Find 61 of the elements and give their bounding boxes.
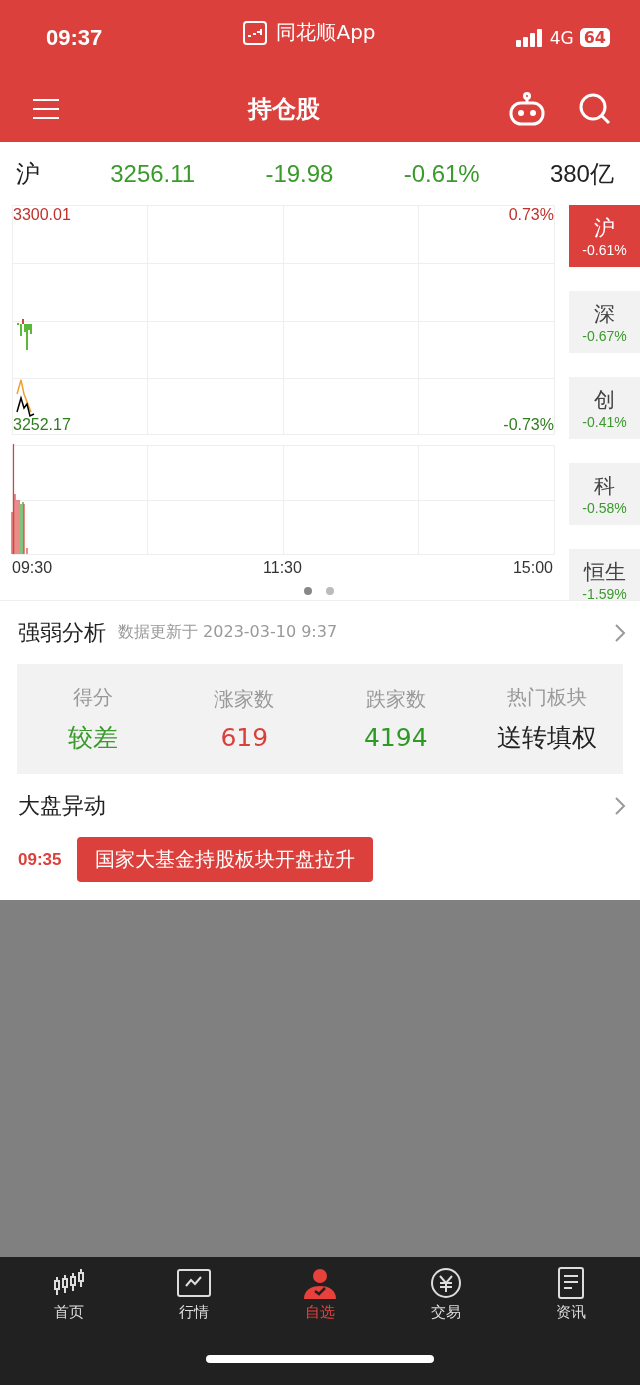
index-tab-percent: -0.41% xyxy=(582,414,627,430)
low-price: 3252.17 xyxy=(13,416,71,434)
chevron-right-icon[interactable] xyxy=(614,622,626,643)
stat-value: 较差 xyxy=(67,722,118,754)
turnover: 380亿 xyxy=(549,158,614,189)
page-title: 持仓股 xyxy=(248,93,320,125)
robot-icon[interactable] xyxy=(508,91,546,126)
stat-label: 涨家数 xyxy=(214,686,275,713)
tab-bar-item[interactable]: 首页 xyxy=(23,1267,114,1322)
network-label: 4G xyxy=(549,27,574,48)
time-label: 15:00 xyxy=(512,559,553,577)
section-title: 强弱分析 xyxy=(18,618,106,647)
index-tab-name: 沪 xyxy=(594,215,615,242)
index-price: 3256.11 xyxy=(110,159,196,188)
tab-bar-item[interactable]: 自选 xyxy=(275,1267,365,1322)
high-percent: 0.73% xyxy=(508,206,554,224)
index-tab[interactable]: 恒生 -1.59% xyxy=(569,549,640,600)
index-tab-percent: -0.67% xyxy=(582,328,627,344)
event-bubble[interactable]: 国家大基金持股板块开盘拉升 xyxy=(77,837,374,882)
index-tab-percent: -1.59% xyxy=(582,586,627,600)
index-tab-name: 恒生 xyxy=(583,559,626,586)
update-time: 数据更新于 2023-03-10 9:37 xyxy=(118,622,339,643)
index-change: -19.98 xyxy=(265,159,334,188)
page-dot[interactable] xyxy=(325,587,334,595)
stat-label: 得分 xyxy=(72,684,113,711)
index-tab-name: 深 xyxy=(594,301,615,328)
index-percent: -0.61% xyxy=(403,159,480,188)
time-label: 11:30 xyxy=(263,559,302,577)
signal-icon xyxy=(515,28,544,47)
high-price: 3300.01 xyxy=(13,206,71,224)
stat-value: 送转填权 xyxy=(497,722,598,754)
chevron-right-icon[interactable] xyxy=(614,795,626,816)
app-logo-icon xyxy=(242,19,269,46)
index-tab[interactable]: 科 -0.58% xyxy=(569,463,640,525)
app-name: 同花顺App xyxy=(276,19,376,46)
search-icon[interactable] xyxy=(578,91,612,126)
index-tab[interactable]: 深 -0.67% xyxy=(569,291,640,353)
index-tab[interactable]: 创 -0.41% xyxy=(569,377,640,439)
stat-label: 跌家数 xyxy=(365,686,426,713)
index-tab-name: 科 xyxy=(594,473,615,500)
index-tab-name: 创 xyxy=(594,387,615,414)
page-dot[interactable] xyxy=(303,587,312,595)
battery-level: 64 xyxy=(579,28,610,47)
tab-bar-item[interactable]: 行情 xyxy=(149,1267,240,1322)
line-chart-icon xyxy=(176,1267,213,1299)
time-label: 09:30 xyxy=(12,559,53,577)
index-tab-percent: -0.61% xyxy=(582,242,627,258)
stat-label: 热门板块 xyxy=(507,684,588,711)
event-time: 09:35 xyxy=(18,849,62,870)
index-tab[interactable]: 沪 -0.61% xyxy=(569,205,640,267)
person-check-icon xyxy=(302,1267,338,1299)
low-percent: -0.73% xyxy=(503,416,554,434)
section-title: 大盘异动 xyxy=(18,791,106,820)
menu-icon[interactable] xyxy=(32,97,60,120)
stat-value: 4194 xyxy=(363,723,428,752)
tab-bar-item[interactable]: 交易 xyxy=(400,1267,491,1322)
index-name: 沪 xyxy=(16,158,40,189)
stat-value: 619 xyxy=(220,723,269,752)
tab-bar-item[interactable]: 资讯 xyxy=(526,1267,617,1322)
index-tab-percent: -0.58% xyxy=(582,500,627,516)
status-time: 09:37 xyxy=(46,24,103,51)
